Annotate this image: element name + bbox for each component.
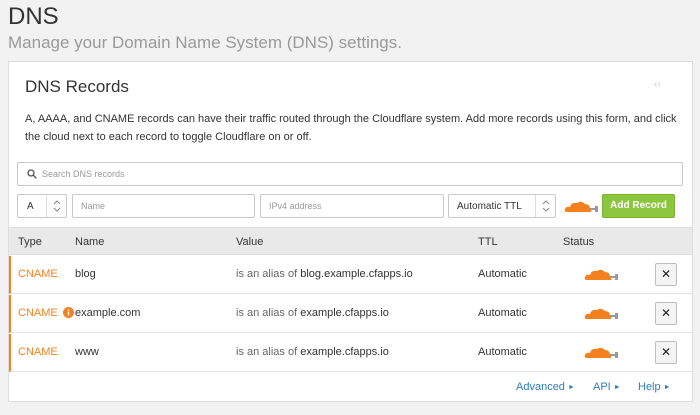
value-prefix: is an alias of: [236, 307, 298, 319]
advanced-link[interactable]: Advanced ►: [516, 381, 575, 393]
column-type: Type: [18, 236, 42, 248]
api-link[interactable]: API ►: [593, 381, 621, 393]
record-value[interactable]: is an alias of example.cfapps.io: [236, 346, 389, 358]
card-description: A, AAAA, and CNAME records can have thei…: [25, 113, 677, 143]
dns-records-card: DNS Records ‹› A, AAAA, and CNAME record…: [8, 61, 693, 402]
card-title: DNS Records: [25, 77, 129, 96]
page-title: DNS: [8, 3, 59, 30]
delete-record-button[interactable]: ✕: [655, 263, 677, 286]
help-link[interactable]: Help ►: [638, 381, 671, 393]
select-arrows-icon: [46, 195, 66, 217]
record-type[interactable]: CNAME: [18, 307, 58, 319]
ttl-value: Automatic TTL: [457, 201, 522, 212]
add-record-button[interactable]: Add Record: [602, 194, 675, 218]
delete-record-button[interactable]: ✕: [655, 341, 677, 364]
info-icon[interactable]: [63, 307, 74, 318]
table-header: Type Name Value TTL Status: [9, 227, 692, 255]
column-ttl: TTL: [478, 236, 498, 248]
help-label: Help: [638, 381, 661, 393]
cloud-proxy-icon[interactable]: [584, 306, 618, 322]
record-name[interactable]: blog: [75, 268, 96, 280]
value-target: example.cfapps.io: [300, 307, 389, 319]
column-status: Status: [563, 236, 595, 248]
cloud-proxy-icon[interactable]: [584, 345, 618, 361]
search-box: [17, 162, 683, 186]
value-prefix: is an alias of: [236, 268, 298, 280]
record-ttl[interactable]: Automatic: [478, 268, 527, 280]
record-ttl[interactable]: Automatic: [478, 307, 527, 319]
column-value: Value: [236, 236, 264, 248]
value-prefix: is an alias of: [236, 346, 298, 358]
record-name[interactable]: example.com: [75, 307, 140, 319]
record-name[interactable]: www: [75, 346, 99, 358]
cloud-proxy-icon[interactable]: [564, 199, 598, 215]
value-target: blog.example.cfapps.io: [300, 268, 413, 280]
api-label: API: [593, 381, 611, 393]
table-row: CNAME www is an alias of example.cfapps.…: [9, 334, 692, 372]
search-icon: [27, 169, 37, 179]
search-input[interactable]: [42, 163, 672, 185]
table-row: CNAME blog is an alias of blog.example.c…: [9, 256, 692, 294]
ttl-select[interactable]: Automatic TTL: [448, 194, 556, 218]
record-ttl[interactable]: Automatic: [478, 346, 527, 358]
caret-right-icon: ►: [567, 384, 575, 391]
ipv4-field[interactable]: [260, 194, 444, 218]
record-type[interactable]: CNAME: [18, 268, 58, 280]
page-subtitle: Manage your Domain Name System (DNS) set…: [8, 33, 402, 52]
cloud-proxy-icon[interactable]: [584, 267, 618, 283]
advanced-label: Advanced: [516, 381, 565, 393]
record-type[interactable]: CNAME: [18, 346, 58, 358]
delete-record-button[interactable]: ✕: [655, 302, 677, 325]
name-field[interactable]: [72, 194, 255, 218]
record-value[interactable]: is an alias of blog.example.cfapps.io: [236, 268, 413, 280]
caret-right-icon: ►: [613, 384, 621, 391]
column-name: Name: [75, 236, 105, 248]
expand-icon[interactable]: ‹›: [654, 80, 666, 90]
table-row: CNAME example.com is an alias of example…: [9, 295, 692, 333]
caret-right-icon: ►: [663, 384, 671, 391]
record-value[interactable]: is an alias of example.cfapps.io: [236, 307, 389, 319]
record-type-select[interactable]: A: [17, 194, 67, 218]
record-type-value: A: [27, 201, 34, 212]
select-arrows-icon: [535, 195, 555, 217]
value-target: example.cfapps.io: [300, 346, 389, 358]
